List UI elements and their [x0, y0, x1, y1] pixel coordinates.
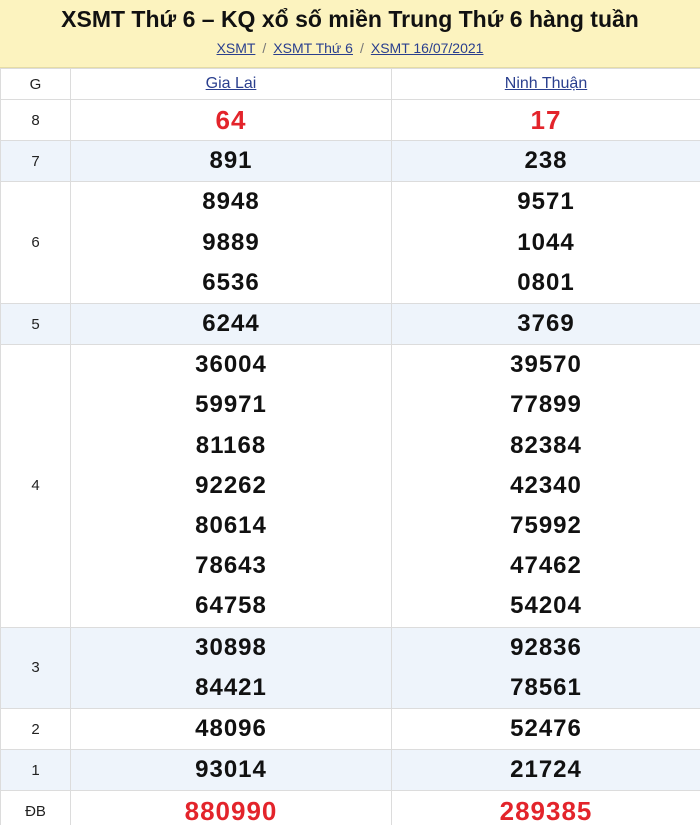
result-number: 82384 [510, 431, 582, 459]
result-number: 75992 [510, 512, 582, 540]
prize-label: ĐB [0, 790, 71, 825]
result-cell-ninh-thuan: 9571 1044 0801 [391, 181, 700, 305]
result-number: 30898 [195, 633, 267, 661]
result-number: 92262 [195, 471, 267, 499]
prize-label: 8 [0, 98, 71, 142]
result-number: 93014 [195, 756, 267, 784]
table-row-prize-6: 6 8948 9889 6536 9571 1044 0801 [0, 181, 700, 305]
breadcrumb: XSMT / XSMT Thứ 6 / XSMT 16/07/2021 [0, 39, 700, 57]
result-number: 3769 [517, 310, 575, 338]
result-number: 80614 [195, 512, 267, 540]
result-number: 92836 [510, 633, 582, 661]
province-link-ninh-thuan[interactable]: Ninh Thuận [505, 75, 587, 92]
prize-label: 3 [0, 626, 71, 710]
result-cell-ninh-thuan: 21724 [391, 749, 700, 792]
page-title: XSMT Thứ 6 – KQ xổ số miền Trung Thứ 6 h… [61, 6, 639, 32]
table-row-prize-7: 7 891 238 [0, 140, 700, 183]
result-cell-gia-lai: 93014 [70, 749, 392, 792]
table-row-prize-8: 8 64 17 [0, 98, 700, 142]
table-header-row: G Gia Lai Ninh Thuận [0, 68, 700, 100]
result-number: 21724 [510, 756, 582, 784]
result-cell-ninh-thuan: 17 [391, 98, 700, 142]
page-header: XSMT Thứ 6 – KQ xổ số miền Trung Thứ 6 h… [0, 0, 700, 68]
result-number: 47462 [510, 552, 582, 580]
result-number: 1044 [517, 228, 575, 256]
result-cell-gia-lai: 48096 [70, 708, 392, 751]
result-cell-gia-lai: 30898 84421 [70, 626, 392, 710]
breadcrumb-separator: / [262, 40, 267, 56]
table-row-prize-3: 3 30898 84421 92836 78561 [0, 626, 700, 710]
prize-label: 2 [0, 708, 71, 751]
table-row-prize-1: 1 93014 21724 [0, 749, 700, 792]
result-number: 54204 [510, 592, 582, 620]
table-row-prize-4: 4 36004 59971 81168 92262 80614 78643 64… [0, 344, 700, 628]
result-number: 84421 [195, 673, 267, 701]
table-row-prize-special: ĐB 880990 289385 [0, 790, 700, 825]
result-cell-ninh-thuan: 3769 [391, 303, 700, 346]
result-number: 48096 [195, 715, 267, 743]
prize-label: 7 [0, 140, 71, 183]
table-row-prize-2: 2 48096 52476 [0, 708, 700, 751]
result-cell-gia-lai: 64 [70, 98, 392, 142]
prize-label: 5 [0, 303, 71, 346]
special-prize-number: 880990 [184, 796, 278, 825]
prize-label: 4 [0, 344, 71, 628]
prize-label: 1 [0, 749, 71, 792]
result-number: 77899 [510, 391, 582, 419]
province-header-gia-lai: Gia Lai [70, 68, 392, 100]
result-number: 17 [530, 105, 562, 135]
result-number: 59971 [195, 391, 267, 419]
result-number: 52476 [510, 715, 582, 743]
breadcrumb-link-xsmt[interactable]: XSMT [217, 40, 256, 56]
result-number: 39570 [510, 351, 582, 379]
prize-column-header: G [0, 68, 71, 100]
result-number: 9571 [517, 188, 575, 216]
result-cell-gia-lai: 891 [70, 140, 392, 183]
result-cell-ninh-thuan: 39570 77899 82384 42340 75992 47462 5420… [391, 344, 700, 628]
breadcrumb-separator: / [359, 40, 364, 56]
result-number: 81168 [195, 431, 267, 459]
results-table: G Gia Lai Ninh Thuận 8 64 17 7 891 238 6… [0, 68, 700, 825]
result-cell-gia-lai: 36004 59971 81168 92262 80614 78643 6475… [70, 344, 392, 628]
breadcrumb-link-date[interactable]: XSMT 16/07/2021 [371, 40, 484, 56]
result-cell-gia-lai: 880990 [70, 790, 392, 825]
result-number: 9889 [202, 228, 260, 256]
result-cell-gia-lai: 6244 [70, 303, 392, 346]
result-number: 0801 [517, 268, 575, 296]
table-row-prize-5: 5 6244 3769 [0, 303, 700, 346]
result-number: 64758 [195, 592, 267, 620]
result-cell-gia-lai: 8948 9889 6536 [70, 181, 392, 305]
result-number: 42340 [510, 471, 582, 499]
result-number: 891 [209, 147, 253, 175]
province-header-ninh-thuan: Ninh Thuận [391, 68, 700, 100]
result-number: 78643 [195, 552, 267, 580]
prize-label: 6 [0, 181, 71, 305]
result-cell-ninh-thuan: 238 [391, 140, 700, 183]
result-number: 238 [524, 147, 568, 175]
result-cell-ninh-thuan: 52476 [391, 708, 700, 751]
result-cell-ninh-thuan: 92836 78561 [391, 626, 700, 710]
province-link-gia-lai[interactable]: Gia Lai [206, 75, 257, 92]
special-prize-number: 289385 [499, 796, 593, 825]
result-cell-ninh-thuan: 289385 [391, 790, 700, 825]
result-number: 78561 [510, 673, 582, 701]
result-number: 8948 [202, 188, 260, 216]
result-number: 36004 [195, 351, 267, 379]
result-number: 6244 [202, 310, 260, 338]
result-number: 64 [215, 105, 247, 135]
breadcrumb-link-xsmt-thu-6[interactable]: XSMT Thứ 6 [273, 40, 353, 56]
result-number: 6536 [202, 268, 260, 296]
